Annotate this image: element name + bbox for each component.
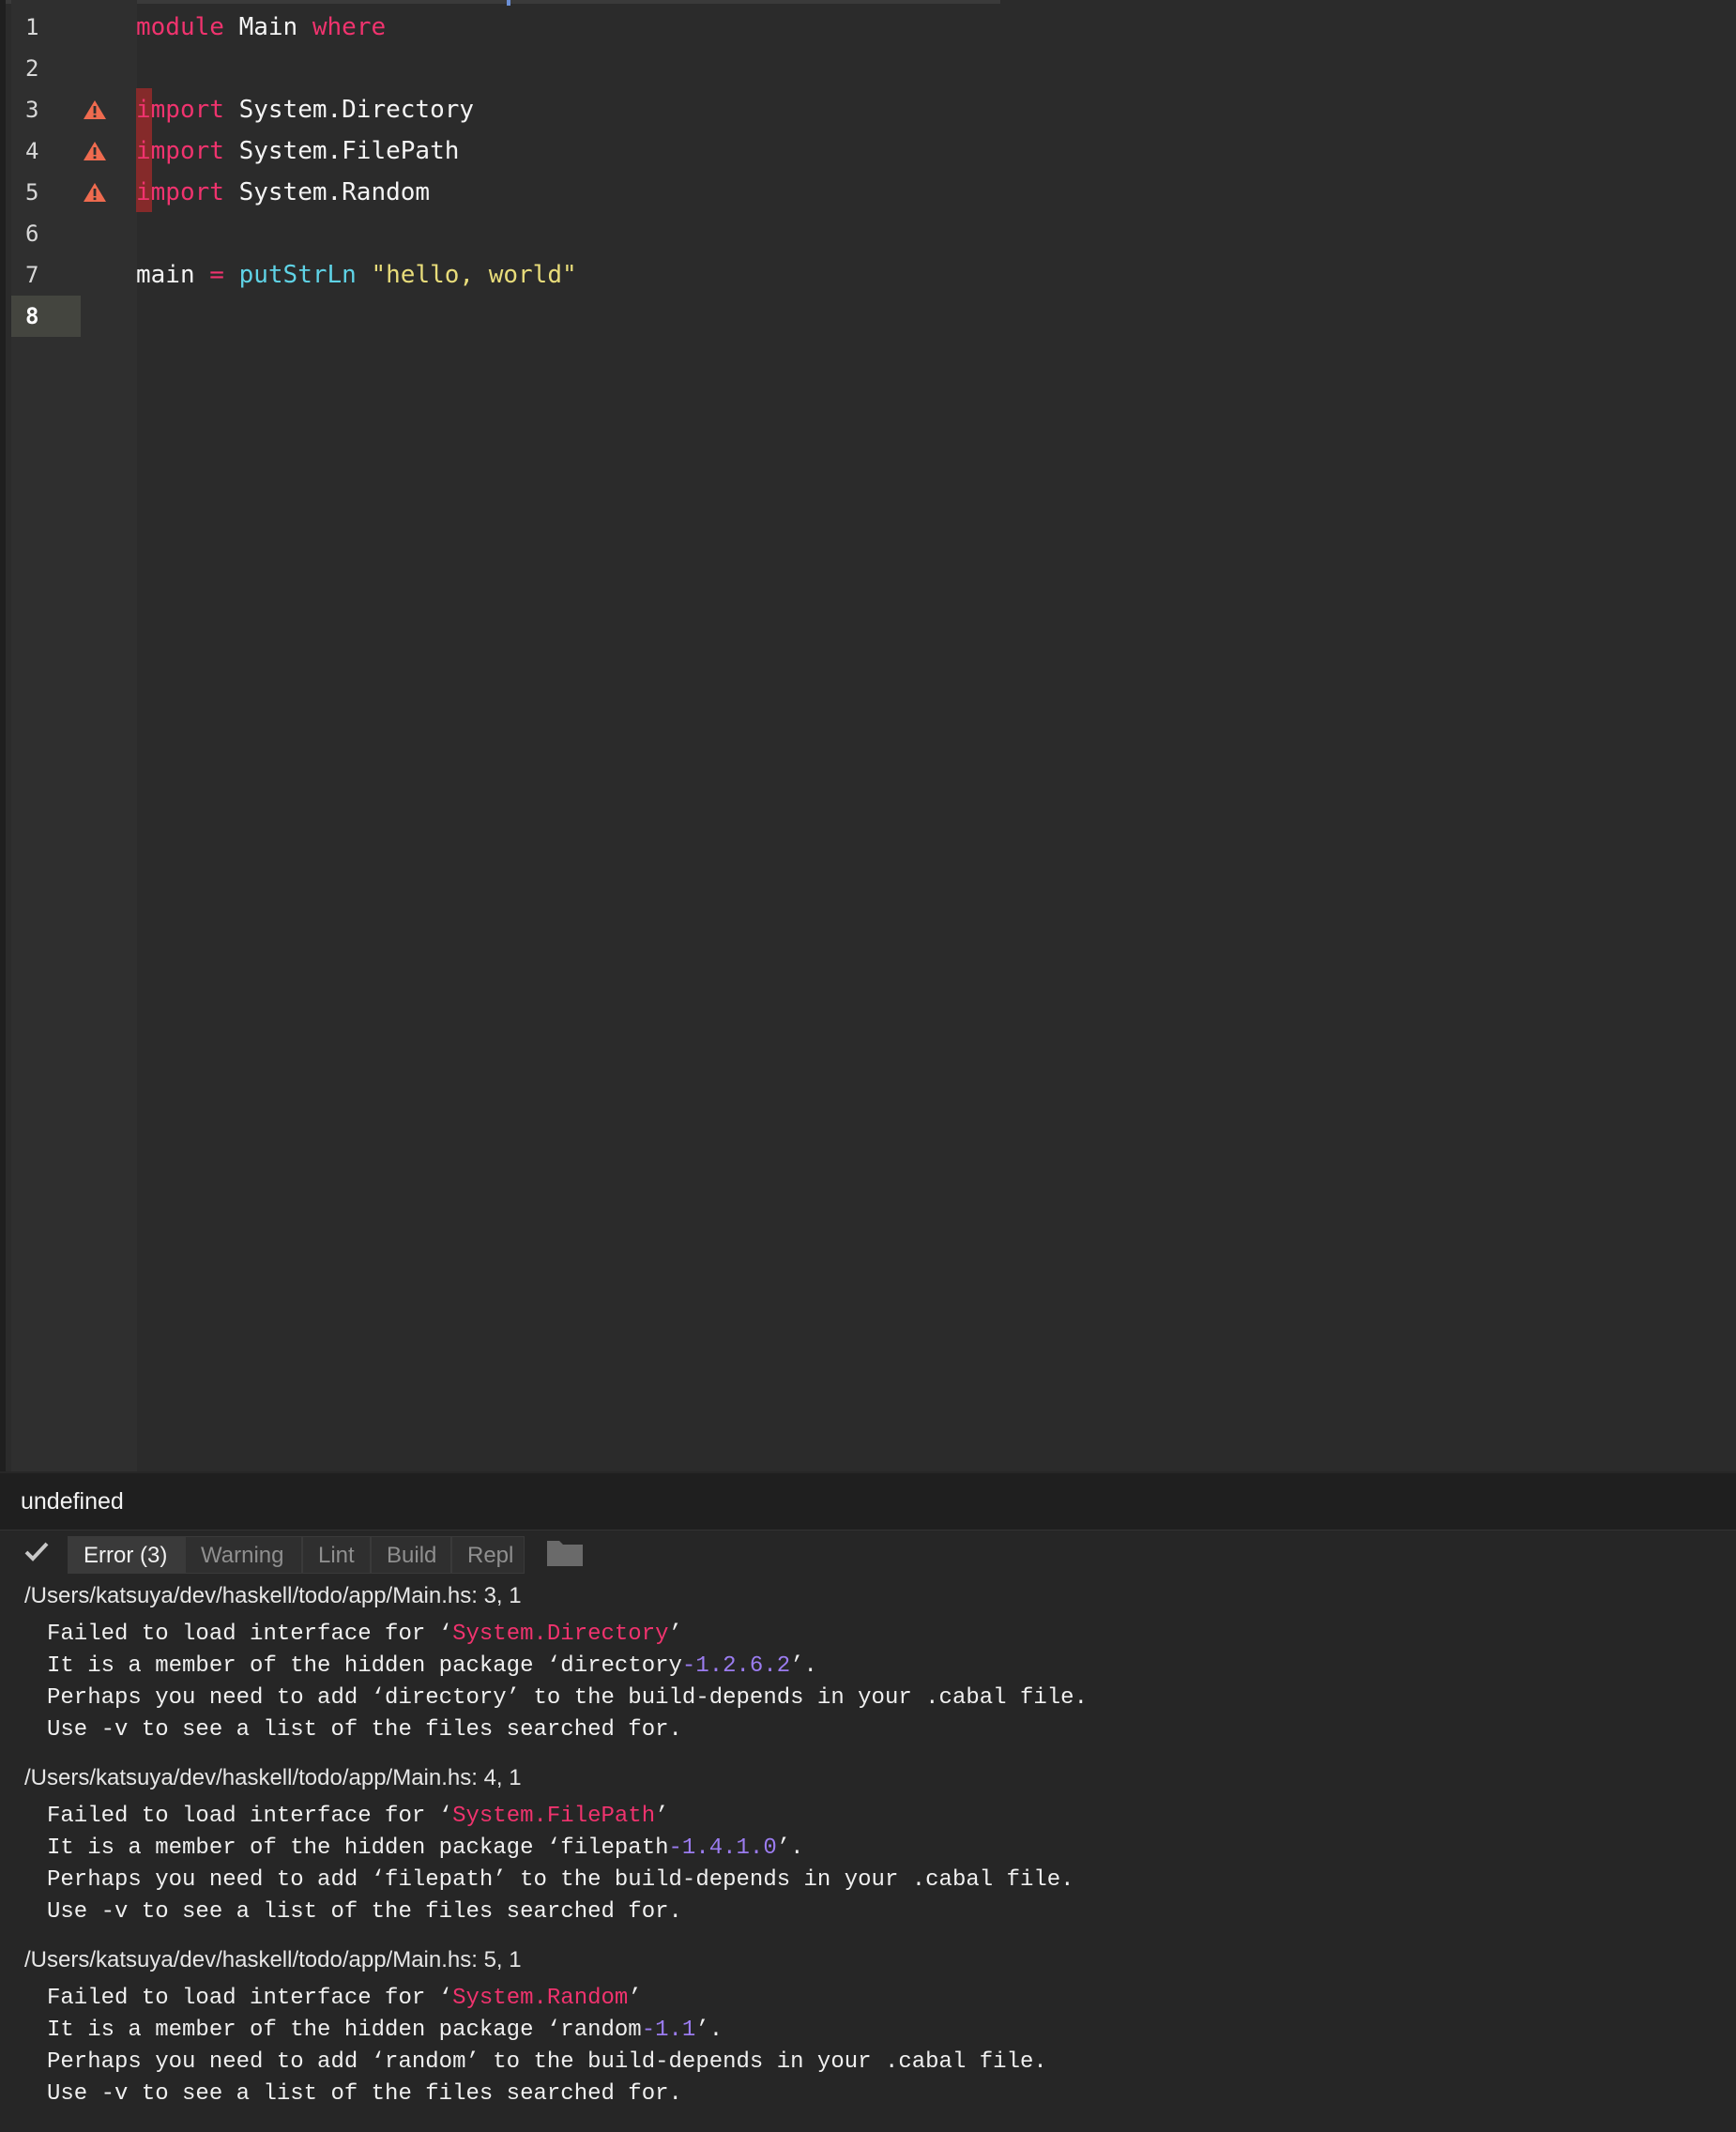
module-name: System.Directory	[238, 96, 475, 124]
line-number: 4	[25, 138, 39, 164]
function-name: putStrLn	[238, 261, 357, 289]
error-location[interactable]: /Users/katsuya/dev/haskell/todo/app/Main…	[24, 1763, 522, 1793]
identifier: Main	[238, 13, 298, 41]
line-number: 1	[25, 14, 39, 40]
code-line-3[interactable]: import System.Directory	[136, 89, 474, 130]
keyword: module	[136, 13, 224, 41]
message-version: -1.1	[641, 2018, 696, 2043]
line-number: 2	[25, 55, 39, 82]
warning-icon[interactable]	[83, 182, 107, 203]
code-editor[interactable]: 1 2 3 4 5 6 7 8 module Main where import…	[0, 0, 1736, 1471]
module-name: System.Random	[238, 178, 431, 206]
error-message-line: Perhaps you need to add ‘filepath’ to th…	[47, 1867, 1074, 1893]
message-text: ’	[655, 1804, 669, 1829]
warning-icon[interactable]	[83, 99, 107, 120]
error-message-line: Failed to load interface for ‘System.Fil…	[47, 1801, 669, 1833]
tab-repl[interactable]: Repl	[451, 1536, 525, 1574]
check-icon[interactable]	[24, 1540, 49, 1562]
tab-lint[interactable]: Lint	[302, 1536, 371, 1574]
line-number: 5	[25, 179, 39, 206]
gutter-line: 2	[11, 48, 137, 89]
message-module: System.Directory	[452, 1622, 669, 1647]
module-name: System.FilePath	[238, 137, 460, 165]
code-line-7[interactable]: main = putStrLn "hello, world"	[136, 254, 577, 296]
keyword: import	[136, 96, 224, 124]
error-location[interactable]: /Users/katsuya/dev/haskell/todo/app/Main…	[24, 1581, 522, 1611]
message-version: -1.4.1.0	[668, 1835, 777, 1861]
keyword: where	[312, 13, 387, 41]
code-line-1[interactable]: module Main where	[136, 7, 386, 48]
active-tab-indicator	[507, 0, 510, 6]
message-text: It is a member of the hidden package ‘fi…	[47, 1835, 669, 1861]
error-message-line: Use -v to see a list of the files search…	[47, 2081, 682, 2107]
ide-haskell-panel: Error (3) Warning Lint Build Repl /Users…	[0, 1530, 1736, 2132]
status-text: undefined	[21, 1488, 124, 1515]
tab-error[interactable]: Error (3)	[68, 1536, 185, 1574]
gutter-line: 7	[11, 254, 137, 296]
panel-tab-bar: Error (3) Warning Lint Build Repl	[0, 1530, 1736, 1576]
error-message-line: Perhaps you need to add ‘directory’ to t…	[47, 1685, 1088, 1711]
gutter-line: 3	[11, 89, 137, 130]
tab-warning[interactable]: Warning	[185, 1536, 302, 1574]
message-text: Failed to load interface for ‘	[47, 1986, 453, 2011]
code-line-5[interactable]: import System.Random	[136, 172, 430, 213]
error-message-line: Use -v to see a list of the files search…	[47, 1899, 682, 1925]
line-number: 8	[25, 303, 39, 329]
error-message-line: Failed to load interface for ‘System.Ran…	[47, 1983, 642, 2015]
tab-bar-edge	[6, 0, 1000, 4]
message-version: -1.2.6.2	[681, 1653, 791, 1679]
tab-build[interactable]: Build	[371, 1536, 451, 1574]
message-text: ’.	[776, 1835, 804, 1861]
message-text: ’	[668, 1622, 682, 1647]
message-text: It is a member of the hidden package ‘di…	[47, 1653, 682, 1679]
message-module: System.FilePath	[452, 1804, 656, 1829]
warning-icon[interactable]	[83, 141, 107, 161]
gutter-line: 1	[11, 7, 137, 48]
current-line-highlight	[11, 296, 81, 337]
identifier: main	[136, 261, 195, 289]
error-message-line: Failed to load interface for ‘System.Dir…	[47, 1619, 682, 1651]
error-location[interactable]: /Users/katsuya/dev/haskell/todo/app/Main…	[24, 1945, 522, 1975]
error-message-line: Use -v to see a list of the files search…	[47, 1717, 682, 1743]
line-number: 6	[25, 221, 39, 247]
string-literal: "hello, world"	[371, 261, 577, 289]
gutter-line-current: 8	[11, 296, 137, 337]
error-message-line: It is a member of the hidden package ‘di…	[47, 1651, 817, 1683]
gutter-line: 4	[11, 130, 137, 172]
error-message-line: Perhaps you need to add ‘random’ to the …	[47, 2049, 1047, 2075]
line-number: 3	[25, 97, 39, 123]
line-number-gutter: 1 2 3 4 5 6 7 8	[11, 0, 137, 1471]
message-text: Failed to load interface for ‘	[47, 1804, 453, 1829]
error-message-line: It is a member of the hidden package ‘ra…	[47, 2015, 723, 2047]
message-module: System.Random	[452, 1986, 629, 2011]
message-text: It is a member of the hidden package ‘ra…	[47, 2018, 642, 2043]
gutter-line: 5	[11, 172, 137, 213]
message-text: ’.	[695, 2018, 723, 2043]
keyword: import	[136, 178, 224, 206]
operator: =	[209, 261, 224, 289]
keyword: import	[136, 137, 224, 165]
error-message-line: It is a member of the hidden package ‘fi…	[47, 1833, 804, 1865]
message-text: ’.	[790, 1653, 817, 1679]
gutter-line: 6	[11, 213, 137, 254]
status-bar: undefined	[0, 1473, 1736, 1530]
message-text: ’	[628, 1986, 642, 2011]
code-line-4[interactable]: import System.FilePath	[136, 130, 459, 172]
line-number: 7	[25, 262, 39, 288]
message-text: Failed to load interface for ‘	[47, 1622, 453, 1647]
folder-icon[interactable]	[544, 1535, 586, 1569]
